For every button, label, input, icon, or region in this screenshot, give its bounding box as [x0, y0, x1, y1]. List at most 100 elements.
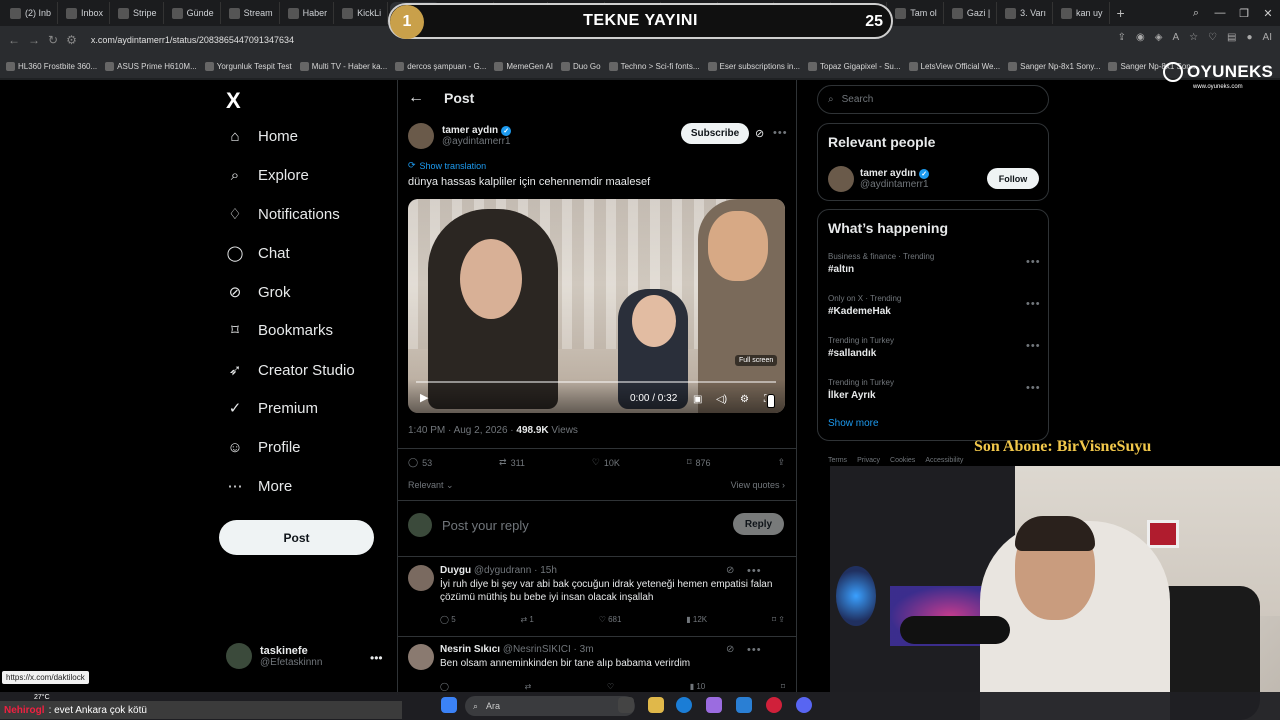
- reply-more-icon[interactable]: •••: [747, 644, 762, 656]
- browser-tab[interactable]: Tam ol: [889, 2, 944, 24]
- share-icon[interactable]: ⇪: [1118, 32, 1126, 43]
- video-player[interactable]: Full screen ▶ 0:00 / 0:32 ▣ ◁) ⚙ ⛶: [408, 199, 785, 413]
- task-view-icon[interactable]: [618, 697, 634, 713]
- follow-button[interactable]: Follow: [987, 168, 1039, 189]
- close-icon[interactable]: ✕: [1256, 7, 1280, 20]
- edge-icon[interactable]: [676, 697, 692, 713]
- maximize-icon[interactable]: ❐: [1232, 7, 1256, 20]
- browser-tab[interactable]: Günde: [166, 2, 221, 24]
- sort-dropdown[interactable]: Relevant ⌄: [408, 480, 454, 491]
- browser-tab[interactable]: (2) Inb: [4, 2, 59, 24]
- windows-start-icon[interactable]: [441, 697, 457, 713]
- author-handle[interactable]: @aydintamerr1: [442, 136, 511, 147]
- post-time[interactable]: 1:40 PM · Aug 2, 2026 ·: [408, 425, 516, 436]
- opera-icon[interactable]: [766, 697, 782, 713]
- post-more-icon[interactable]: •••: [773, 127, 788, 139]
- reply-input[interactable]: Post your reply: [442, 518, 529, 533]
- browser-tab[interactable]: kan uy: [1055, 2, 1110, 24]
- heart-icon[interactable]: ♡: [607, 682, 614, 691]
- weather-temp[interactable]: 27°C: [34, 694, 50, 701]
- bookmark-item[interactable]: Duo Go: [561, 61, 601, 71]
- search-input[interactable]: ⌕ Search: [817, 85, 1049, 114]
- trend-more-icon[interactable]: •••: [1026, 256, 1041, 268]
- repost-icon[interactable]: ⇄: [525, 682, 532, 691]
- nav-item-more[interactable]: ⋯ More: [226, 477, 293, 496]
- address-url[interactable]: x.com/aydintamerr1/status/20838654470913…: [91, 35, 294, 45]
- reply-more-icon[interactable]: •••: [747, 565, 762, 577]
- reply-icon[interactable]: ◯: [440, 682, 449, 691]
- file-explorer-icon[interactable]: [648, 697, 664, 713]
- nav-item-notifications[interactable]: ♢ Notifications: [226, 205, 339, 224]
- camera-icon[interactable]: ◉: [1136, 32, 1145, 43]
- star-icon[interactable]: ☆: [1189, 32, 1198, 43]
- reply-button[interactable]: Reply: [733, 513, 784, 535]
- bookmark-item[interactable]: Topaz Gigapixel - Su...: [808, 61, 901, 71]
- footer-link[interactable]: Accessibility: [925, 457, 963, 464]
- bookmark-item[interactable]: dercos şampuan - G...: [395, 61, 486, 71]
- account-more-icon[interactable]: •••: [370, 651, 383, 665]
- reply-author[interactable]: Nesrin Sıkıcı: [440, 644, 500, 655]
- like-action[interactable]: ♡ 10K: [592, 457, 620, 468]
- nav-item-bookmarks[interactable]: ⌑ Bookmarks: [226, 321, 333, 340]
- person-name[interactable]: tamer aydın: [860, 168, 916, 179]
- show-more-link[interactable]: Show more: [828, 418, 879, 429]
- site-info-icon[interactable]: ⚙: [66, 33, 77, 47]
- share-action[interactable]: ⇪: [777, 457, 785, 468]
- new-tab-icon[interactable]: +: [1112, 5, 1130, 21]
- bookmark-action[interactable]: ⌑ 876: [687, 457, 711, 468]
- browser-tab[interactable]: Stream: [223, 2, 280, 24]
- reply-item[interactable]: Duygu @dygudrann · 15h ••• ⊘ İyi ruh diy…: [408, 565, 785, 633]
- nav-item-profile[interactable]: ☺ Profile: [226, 438, 300, 456]
- search-tabs-icon[interactable]: ⌕: [1184, 7, 1208, 20]
- trend-item[interactable]: Only on X · Trending #KademeHak: [828, 294, 901, 317]
- bookmark-item[interactable]: Eser subscriptions in...: [707, 61, 800, 71]
- browser-tab[interactable]: Inbox: [60, 2, 111, 24]
- nav-item-premium[interactable]: ✓ Premium: [226, 399, 318, 418]
- trend-item[interactable]: Trending in Turkey İlker Ayrık: [828, 378, 894, 401]
- author-avatar[interactable]: [408, 123, 434, 149]
- volume-icon[interactable]: ◁): [716, 394, 727, 405]
- x-logo[interactable]: X: [226, 88, 241, 114]
- forward-icon[interactable]: →: [28, 33, 40, 47]
- reply-avatar[interactable]: [408, 644, 434, 670]
- browser-tab[interactable]: Haber: [282, 2, 335, 24]
- show-translation[interactable]: ⟳ Show translation: [408, 160, 486, 171]
- bookmark-item[interactable]: Sanger Np-8x1 Sony...: [1008, 61, 1100, 71]
- relevant-person[interactable]: tamer aydın ✓ @aydintamerr1: [828, 166, 930, 192]
- taskbar-search[interactable]: ⌕ Ara: [465, 696, 635, 716]
- browser-tab[interactable]: Gazi |: [946, 2, 998, 24]
- discord-icon[interactable]: [796, 697, 812, 713]
- reply-handle[interactable]: @NesrinSIKICI · 3m: [503, 644, 594, 655]
- trend-more-icon[interactable]: •••: [1026, 340, 1041, 352]
- bookmark-item[interactable]: Yorgunluk Tespit Test: [204, 61, 292, 71]
- nav-item-explore[interactable]: ⌕ Explore: [226, 166, 309, 184]
- repost-icon[interactable]: ⇄ 1: [520, 615, 533, 624]
- bookmark-item[interactable]: Techno > Sci-fi fonts...: [608, 61, 700, 71]
- browser-tab[interactable]: 3. Varı: [999, 2, 1054, 24]
- reload-icon[interactable]: ↻: [48, 33, 58, 47]
- grok-icon[interactable]: ⊘: [755, 127, 764, 140]
- person-avatar[interactable]: [828, 166, 854, 192]
- captions-icon[interactable]: ▣: [693, 394, 702, 405]
- reply-author[interactable]: Duygu: [440, 565, 471, 576]
- browser-tab[interactable]: KickLi: [336, 2, 389, 24]
- nav-item-chat[interactable]: ◯ Chat: [226, 244, 290, 263]
- footer-link[interactable]: Terms: [828, 457, 847, 464]
- copilot-icon[interactable]: [706, 697, 722, 713]
- translate-icon[interactable]: A: [1172, 32, 1179, 43]
- browser-tab[interactable]: Stripe: [112, 2, 164, 24]
- back-arrow-icon[interactable]: ←: [408, 89, 424, 107]
- shield-icon[interactable]: ◈: [1155, 32, 1163, 43]
- bookmark-item[interactable]: ASUS Prime H610M...: [105, 61, 197, 71]
- grok-icon[interactable]: ⊘: [726, 565, 734, 576]
- account-switcher[interactable]: taskinefe @Efetaskinnn: [226, 643, 322, 669]
- trend-more-icon[interactable]: •••: [1026, 382, 1041, 394]
- trend-item[interactable]: Business & finance · Trending #altın: [828, 252, 934, 275]
- back-icon[interactable]: ←: [8, 33, 20, 47]
- person-handle[interactable]: @aydintamerr1: [860, 179, 929, 190]
- play-icon[interactable]: ▶: [420, 391, 428, 404]
- reply-avatar[interactable]: [408, 565, 434, 591]
- minimize-icon[interactable]: —: [1208, 7, 1232, 19]
- views-icon[interactable]: ▮ 12K: [686, 615, 707, 624]
- subscribe-button[interactable]: Subscribe: [681, 123, 749, 144]
